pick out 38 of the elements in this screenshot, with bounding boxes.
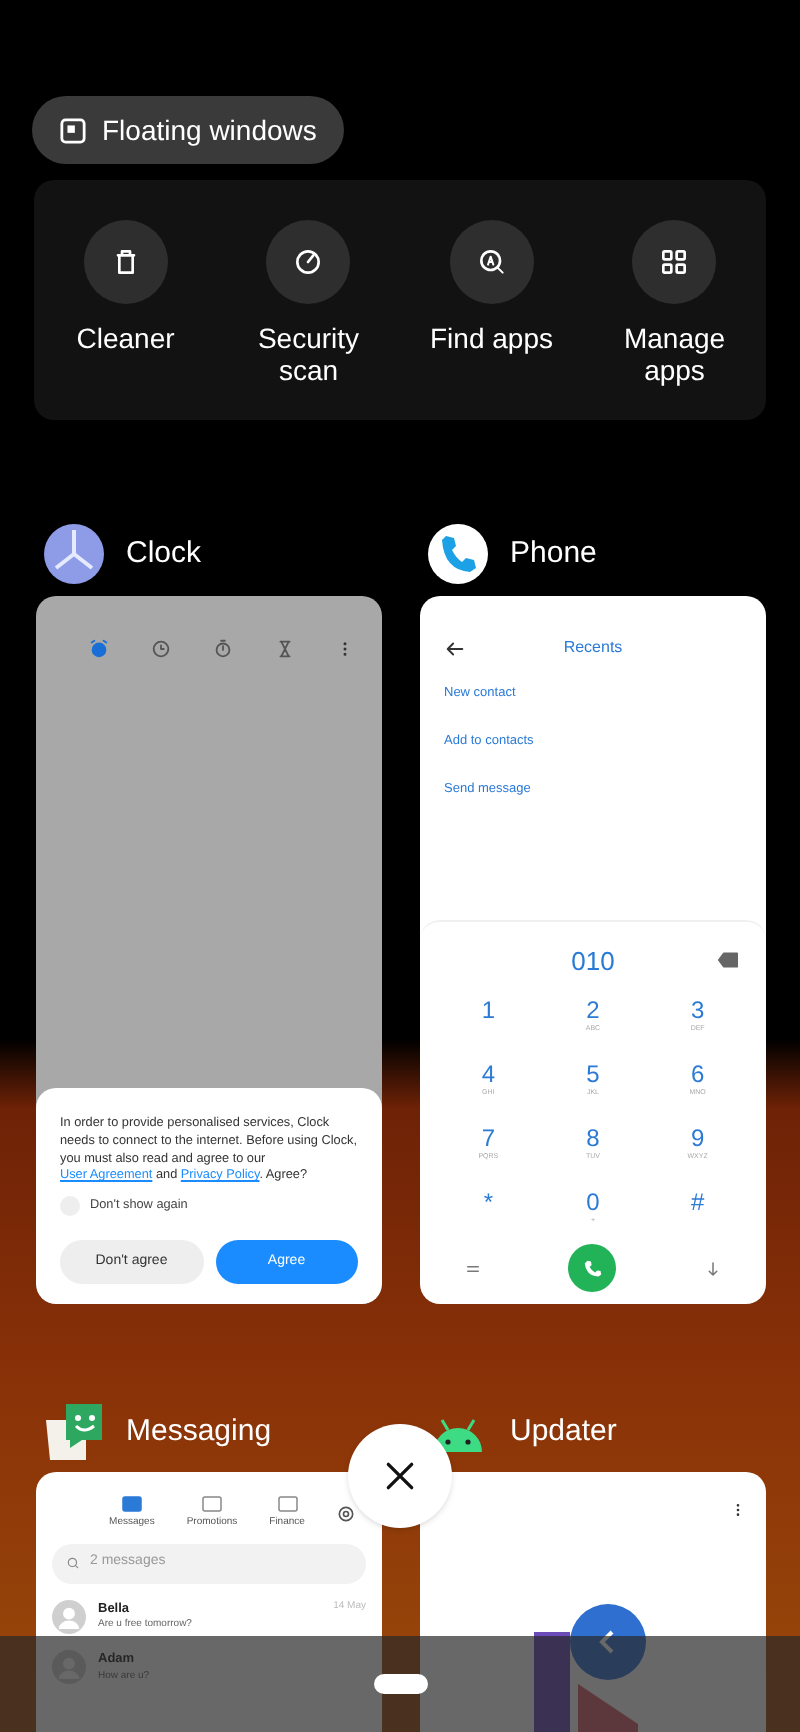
gauge-icon	[292, 246, 325, 278]
backspace-icon	[718, 952, 738, 969]
app-name: Updater	[510, 1411, 617, 1452]
clock-app-icon	[42, 522, 106, 586]
alarm-icon	[88, 638, 110, 660]
tab-icon	[201, 1496, 222, 1512]
stopwatch-icon	[212, 638, 234, 660]
phone-icon	[581, 1257, 604, 1279]
app-name: Messaging	[126, 1411, 272, 1452]
app-name: Phone	[510, 533, 597, 574]
search-icon	[66, 1556, 80, 1570]
settings-icon	[336, 1503, 357, 1523]
app-name: Clock	[126, 533, 202, 574]
dial-key[interactable]: *	[436, 1188, 541, 1240]
dial-key[interactable]: #	[645, 1188, 750, 1240]
clock-preview[interactable]	[36, 596, 382, 1304]
clock-icon	[150, 638, 172, 660]
tab-icon	[277, 1496, 298, 1512]
quick-action[interactable]: Cleaner	[34, 220, 217, 420]
tab-icon	[121, 1496, 142, 1512]
screen-title: Recents	[561, 636, 625, 660]
grid-icon	[658, 246, 691, 278]
floating-windows-button[interactable]: Floating windows	[32, 96, 345, 164]
timer-icon	[274, 638, 296, 660]
dialed-number: 010	[569, 943, 617, 979]
dial-key[interactable]: 1	[436, 996, 541, 1048]
quick-action[interactable]: Manage apps	[583, 220, 766, 420]
down-arrow-icon	[704, 1259, 723, 1277]
search-icon	[475, 246, 508, 278]
quick-action[interactable]: Find apps	[400, 220, 583, 420]
back-arrow-icon	[444, 637, 466, 659]
avatar-icon	[52, 1599, 86, 1633]
home-handle[interactable]	[373, 1674, 427, 1694]
quick-action[interactable]: Security scan	[217, 220, 400, 420]
call-button[interactable]	[568, 1244, 617, 1292]
phone-app-icon	[426, 522, 490, 586]
window-icon	[60, 117, 86, 143]
chat-app-icon	[42, 1400, 106, 1464]
